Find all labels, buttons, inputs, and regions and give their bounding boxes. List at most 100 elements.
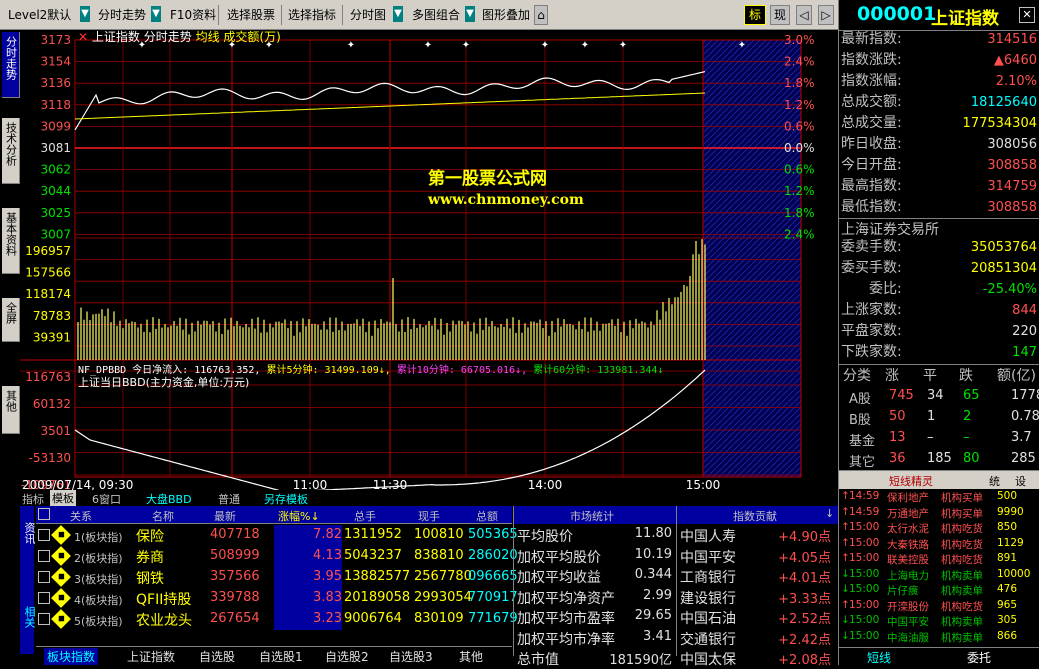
fenshi-dropdown-icon[interactable]: ▼ xyxy=(151,6,161,22)
price-tick-label: 3007 xyxy=(40,227,71,241)
event-marker-icon[interactable]: ✦ xyxy=(347,40,355,51)
tab-fenshi[interactable]: 分时走势 xyxy=(2,32,20,98)
level2-dropdown-icon[interactable]: ▼ xyxy=(80,6,90,22)
tab-indicator[interactable]: 指标 xyxy=(22,491,44,507)
row-checkbox[interactable] xyxy=(38,529,50,541)
bottom-tab[interactable]: 板块指数 xyxy=(44,648,99,665)
sector-row[interactable]: ◆ 2(板块指) 券商 508999 4.13 5043237 838810 286020 xyxy=(36,546,518,567)
rows2-row: 委比: -25.40% xyxy=(869,281,1037,297)
contrib-row[interactable]: 中国太保 +2.08点 xyxy=(677,649,839,669)
xian-button[interactable]: 现 xyxy=(770,5,790,25)
jingling-stat-button[interactable]: 统 xyxy=(989,473,1000,489)
multi-chart-dropdown-icon[interactable]: ▼ xyxy=(465,6,475,22)
select-all-checkbox[interactable] xyxy=(38,508,50,520)
stock-code: 000001 xyxy=(857,3,937,25)
contrib-row[interactable]: 建设银行 +3.33点 xyxy=(677,588,839,608)
select-indicator-button[interactable]: 选择指标 xyxy=(286,4,338,26)
jingling-item[interactable]: ↑ 15:00 太行水泥 机构吃货 850 xyxy=(839,521,1039,536)
tab-template[interactable]: 模板 xyxy=(50,490,76,506)
sector-row[interactable]: ◆ 5(板块指) 农业龙头 267654 3.23 9006764 830109 771679 xyxy=(36,609,518,630)
tab-fullscreen[interactable]: 全屏 xyxy=(2,298,20,342)
row-checkbox[interactable] xyxy=(38,613,50,625)
biao-button[interactable]: 标 xyxy=(744,5,766,25)
contrib-row[interactable]: 工商银行 +4.01点 xyxy=(677,567,839,587)
bbd-subtitle: 上证当日BBD(主力资金,单位:万元) xyxy=(78,376,250,389)
bottom-tab[interactable]: 自选股1 xyxy=(256,648,306,665)
sector-row[interactable]: ◆ 4(板块指) QFII持股 339788 3.83 20189058 2993054 77… xyxy=(36,588,518,609)
overlay-button[interactable]: 图形叠加 xyxy=(480,4,532,26)
side-tab-news[interactable]: 资讯 xyxy=(21,522,37,544)
jingling-item[interactable]: ↑ 15:00 开滦股份 机构吃货 965 xyxy=(839,599,1039,614)
tab-save-template[interactable]: 另存模板 xyxy=(264,491,308,507)
tab-entrust[interactable]: 委托 xyxy=(967,649,991,666)
bottom-tab[interactable]: 上证指数 xyxy=(124,648,178,665)
level2-menu[interactable]: Level2默认 xyxy=(6,4,73,26)
contrib-row[interactable]: 中国石油 +2.52点 xyxy=(677,608,839,628)
tab-6window[interactable]: 6窗口 xyxy=(92,491,121,507)
event-marker-icon[interactable]: ✦ xyxy=(738,40,746,51)
tab-other[interactable]: 其他 xyxy=(2,386,20,434)
stat-row: 加权平均净资产 2.99 xyxy=(517,587,672,607)
jingling-settings-button[interactable]: 设 xyxy=(1015,473,1026,489)
jingling-item[interactable]: ↑ 14:59 万通地产 机构买单 9990 xyxy=(839,506,1039,521)
sector-row[interactable]: ◆ 1(板块指) 保险 407718 7.82 1311952 100810 505365 xyxy=(36,525,518,546)
contrib-row[interactable]: 交通银行 +2.42点 xyxy=(677,629,839,649)
select-stock-button[interactable]: 选择股票 xyxy=(225,4,277,26)
tab-short[interactable]: 短线 xyxy=(867,649,891,666)
tab-normal[interactable]: 普通 xyxy=(218,491,240,507)
rows-row: 指数涨跌: ▲6460 xyxy=(841,52,1037,68)
pct-tick-label: 3.0% xyxy=(784,33,815,47)
close-panel-icon[interactable]: ✕ xyxy=(1019,7,1035,23)
bottom-tab[interactable]: 自选股2 xyxy=(322,648,372,665)
pct-tick-label: 1.2% xyxy=(784,184,815,198)
rows-row: 今日开盘: 308858 xyxy=(841,157,1037,173)
row-checkbox[interactable] xyxy=(38,571,50,583)
jingling-item[interactable]: ↑ 15:00 联美控股 机构吃货 891 xyxy=(839,552,1039,567)
fenshitu-dropdown-icon[interactable]: ▼ xyxy=(393,6,403,22)
jingling-item[interactable]: ↓ 15:00 片仔癀 机构卖单 476 xyxy=(839,583,1039,598)
event-marker-icon[interactable]: ✦ xyxy=(619,40,627,51)
multi-chart-button[interactable]: 多图组合 xyxy=(410,4,462,26)
tab-technical[interactable]: 技术分析 xyxy=(2,118,20,184)
event-marker-icon[interactable]: ✦ xyxy=(424,40,432,51)
chart-svg[interactable]: 3173 3154 3136 3118 3099 3081 3062 3044 3025 3007… xyxy=(20,30,838,497)
contrib-row[interactable]: 中国人寿 +4.90点 xyxy=(677,526,839,546)
row-checkbox[interactable] xyxy=(38,550,50,562)
price-tick-label: 3173 xyxy=(40,33,71,47)
classification-row: B股50120.787 xyxy=(849,409,1039,428)
fenshitu-button[interactable]: 分时图 xyxy=(348,4,388,26)
f10-button[interactable]: F10资料 xyxy=(168,4,218,26)
jingling-item[interactable]: ↓ 15:00 中国平安 机构卖单 305 xyxy=(839,614,1039,629)
close-icon[interactable]: ✕ xyxy=(78,30,88,44)
jingling-item[interactable]: ↓ 15:00 中海油服 机构卖单 866 xyxy=(839,630,1039,645)
bottom-tab[interactable]: 其他 xyxy=(456,648,486,665)
fenshi-button[interactable]: 分时走势 xyxy=(96,4,148,26)
left-vertical-tabs: 分时走势 技术分析 基本资料 全屏 其他 xyxy=(0,30,20,497)
jingling-item[interactable]: ↑ 14:59 保利地产 机构买单 500 xyxy=(839,490,1039,505)
event-marker-icon[interactable]: ✦ xyxy=(581,40,589,51)
volume-tick-label: 196957 xyxy=(25,244,71,258)
volume-tick-label: 39391 xyxy=(33,330,71,344)
chart-header: ✕ 上证指数 分时走势 均线 成交额(万) xyxy=(78,30,281,44)
jingling-item[interactable]: ↓ 15:00 上海电力 机构卖单 10000 xyxy=(839,568,1039,583)
sort-down-icon[interactable]: ↓ xyxy=(825,507,834,520)
row-checkbox[interactable] xyxy=(38,592,50,604)
jingling-item[interactable]: ↑ 15:00 大秦铁路 机构吃货 1129 xyxy=(839,537,1039,552)
tab-basic[interactable]: 基本资料 xyxy=(2,208,20,274)
intraday-chart[interactable]: 3173 3154 3136 3118 3099 3081 3062 3044 3025 3007… xyxy=(20,30,838,497)
event-marker-icon[interactable]: ✦ xyxy=(462,40,470,51)
prev-icon[interactable]: ◁ xyxy=(796,5,812,25)
side-tab-related[interactable]: 相关 xyxy=(21,606,37,628)
diamond-icon: ◆ xyxy=(51,609,71,629)
stat-row: 加权平均股价 10.19 xyxy=(517,546,672,566)
contrib-row[interactable]: 中国平安 +4.05点 xyxy=(677,547,839,567)
next-icon[interactable]: ▷ xyxy=(818,5,834,25)
price-tick-label: 3118 xyxy=(40,98,71,112)
lock-icon[interactable]: ⌂ xyxy=(534,5,548,25)
classification-row: A股74534651778 xyxy=(849,388,1039,407)
bottom-tab[interactable]: 自选股3 xyxy=(386,648,436,665)
bottom-tab[interactable]: 自选股 xyxy=(196,648,238,665)
event-marker-icon[interactable]: ✦ xyxy=(541,40,549,51)
sector-row[interactable]: ◆ 3(板块指) 钢铁 357566 3.95 13882577 2567780 096665 xyxy=(36,567,518,588)
tab-dapan-bbd[interactable]: 大盘BBD xyxy=(146,491,192,507)
